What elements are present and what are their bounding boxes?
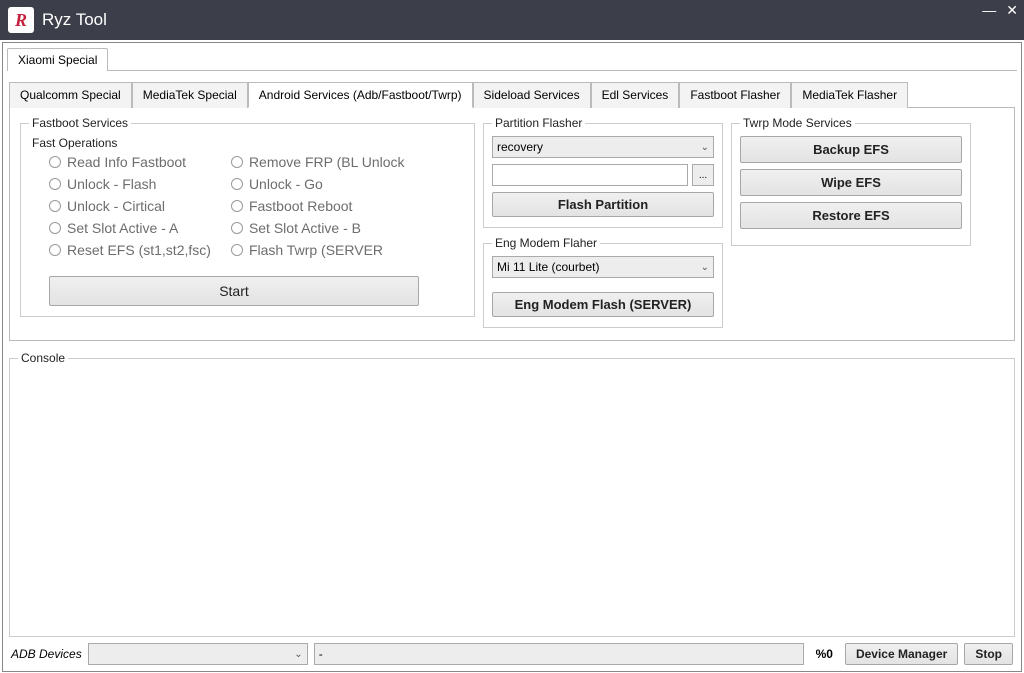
partition-select-value: recovery [497, 140, 543, 154]
group-twrp-services: Twrp Mode Services Backup EFS Wipe EFS R… [731, 116, 971, 246]
legend-partition-flasher: Partition Flasher [492, 116, 585, 130]
main-frame: Xiaomi Special Qualcomm Special MediaTek… [2, 42, 1022, 672]
tab-qualcomm-special[interactable]: Qualcomm Special [9, 82, 132, 108]
eng-modem-select[interactable]: Mi 11 Lite (courbet) ⌄ [492, 256, 714, 278]
chevron-down-icon: ⌄ [701, 142, 709, 153]
legend-twrp-services: Twrp Mode Services [740, 116, 855, 130]
radio-icon [231, 178, 243, 190]
legend-console: Console [18, 351, 68, 365]
partition-browse-button[interactable]: ... [692, 164, 714, 186]
progress-percent: %0 [816, 647, 833, 661]
tab-content: Fastboot Services Fast Operations Read I… [9, 108, 1015, 341]
group-fastboot-services: Fastboot Services Fast Operations Read I… [20, 116, 475, 317]
main-tab-row: Xiaomi Special [7, 47, 1017, 71]
fastboot-col2-option-0[interactable]: Remove FRP (BL Unlock [231, 154, 405, 170]
app-title: Ryz Tool [42, 10, 107, 30]
radio-icon [231, 200, 243, 212]
fastboot-col1-option-2[interactable]: Unlock - Cirtical [49, 198, 211, 214]
radio-label: Unlock - Flash [67, 176, 156, 192]
radio-label: Reset EFS (st1,st2,fsc) [67, 242, 211, 258]
backup-efs-button[interactable]: Backup EFS [740, 136, 962, 163]
eng-modem-flash-button[interactable]: Eng Modem Flash (SERVER) [492, 292, 714, 317]
sub-tab-row: Qualcomm Special MediaTek Special Androi… [9, 81, 1015, 108]
radio-icon [49, 178, 61, 190]
stop-button[interactable]: Stop [964, 643, 1013, 665]
fastboot-col1-option-3[interactable]: Set Slot Active - A [49, 220, 211, 236]
group-console: Console [9, 351, 1015, 637]
radio-label: Set Slot Active - B [249, 220, 361, 236]
group-eng-modem-flasher: Eng Modem Flaher Mi 11 Lite (courbet) ⌄ … [483, 236, 723, 328]
radio-label: Remove FRP (BL Unlock [249, 154, 405, 170]
close-icon[interactable]: ✕ [1006, 2, 1018, 19]
fastboot-col2-option-3[interactable]: Set Slot Active - B [231, 220, 405, 236]
start-button[interactable]: Start [49, 276, 419, 306]
legend-fastboot-services: Fastboot Services [29, 116, 131, 130]
group-partition-flasher: Partition Flasher recovery ⌄ ... Flash P… [483, 116, 723, 228]
restore-efs-button[interactable]: Restore EFS [740, 202, 962, 229]
eng-modem-select-value: Mi 11 Lite (courbet) [497, 260, 600, 274]
app-logo: R [8, 7, 34, 33]
radio-label: Fastboot Reboot [249, 198, 353, 214]
radio-label: Unlock - Go [249, 176, 323, 192]
radio-icon [49, 156, 61, 168]
radio-label: Read Info Fastboot [67, 154, 186, 170]
fastboot-col2-option-1[interactable]: Unlock - Go [231, 176, 405, 192]
radio-label: Unlock - Cirtical [67, 198, 165, 214]
chevron-down-icon: ⌄ [701, 262, 709, 273]
status-text: - [314, 643, 804, 665]
radio-icon [231, 156, 243, 168]
fastboot-col2-option-2[interactable]: Fastboot Reboot [231, 198, 405, 214]
legend-fast-operations: Fast Operations [29, 136, 120, 150]
fastboot-col1-option-0[interactable]: Read Info Fastboot [49, 154, 211, 170]
fastboot-col1-option-1[interactable]: Unlock - Flash [49, 176, 211, 192]
fastboot-col1-option-4[interactable]: Reset EFS (st1,st2,fsc) [49, 242, 211, 258]
radio-icon [49, 200, 61, 212]
tab-mediatek-flasher[interactable]: MediaTek Flasher [791, 82, 908, 108]
adb-devices-select[interactable]: ⌄ [88, 643, 308, 665]
radio-icon [231, 222, 243, 234]
bottom-bar: ADB Devices ⌄ - %0 Device Manager Stop [7, 637, 1017, 671]
radio-icon [49, 244, 61, 256]
wipe-efs-button[interactable]: Wipe EFS [740, 169, 962, 196]
partition-file-input[interactable] [492, 164, 688, 186]
radio-icon [231, 244, 243, 256]
tab-edl-services[interactable]: Edl Services [591, 82, 680, 108]
chevron-down-icon: ⌄ [294, 649, 302, 660]
device-manager-button[interactable]: Device Manager [845, 643, 958, 665]
radio-label: Set Slot Active - A [67, 220, 178, 236]
adb-devices-label: ADB Devices [11, 647, 82, 661]
tab-mediatek-special[interactable]: MediaTek Special [132, 82, 248, 108]
radio-icon [49, 222, 61, 234]
tab-fastboot-flasher[interactable]: Fastboot Flasher [679, 82, 791, 108]
tab-sideload-services[interactable]: Sideload Services [473, 82, 591, 108]
legend-eng-modem: Eng Modem Flaher [492, 236, 600, 250]
radio-label: Flash Twrp (SERVER [249, 242, 383, 258]
group-fast-operations: Fast Operations Read Info Fastboot Unlock… [29, 136, 466, 306]
tab-android-services[interactable]: Android Services (Adb/Fastboot/Twrp) [248, 82, 473, 108]
flash-partition-button[interactable]: Flash Partition [492, 192, 714, 217]
tab-xiaomi-special[interactable]: Xiaomi Special [7, 48, 108, 71]
titlebar: R Ryz Tool — ✕ [0, 0, 1024, 40]
fastboot-col2-option-4[interactable]: Flash Twrp (SERVER [231, 242, 405, 258]
minimize-icon[interactable]: — [982, 2, 996, 19]
partition-select[interactable]: recovery ⌄ [492, 136, 714, 158]
